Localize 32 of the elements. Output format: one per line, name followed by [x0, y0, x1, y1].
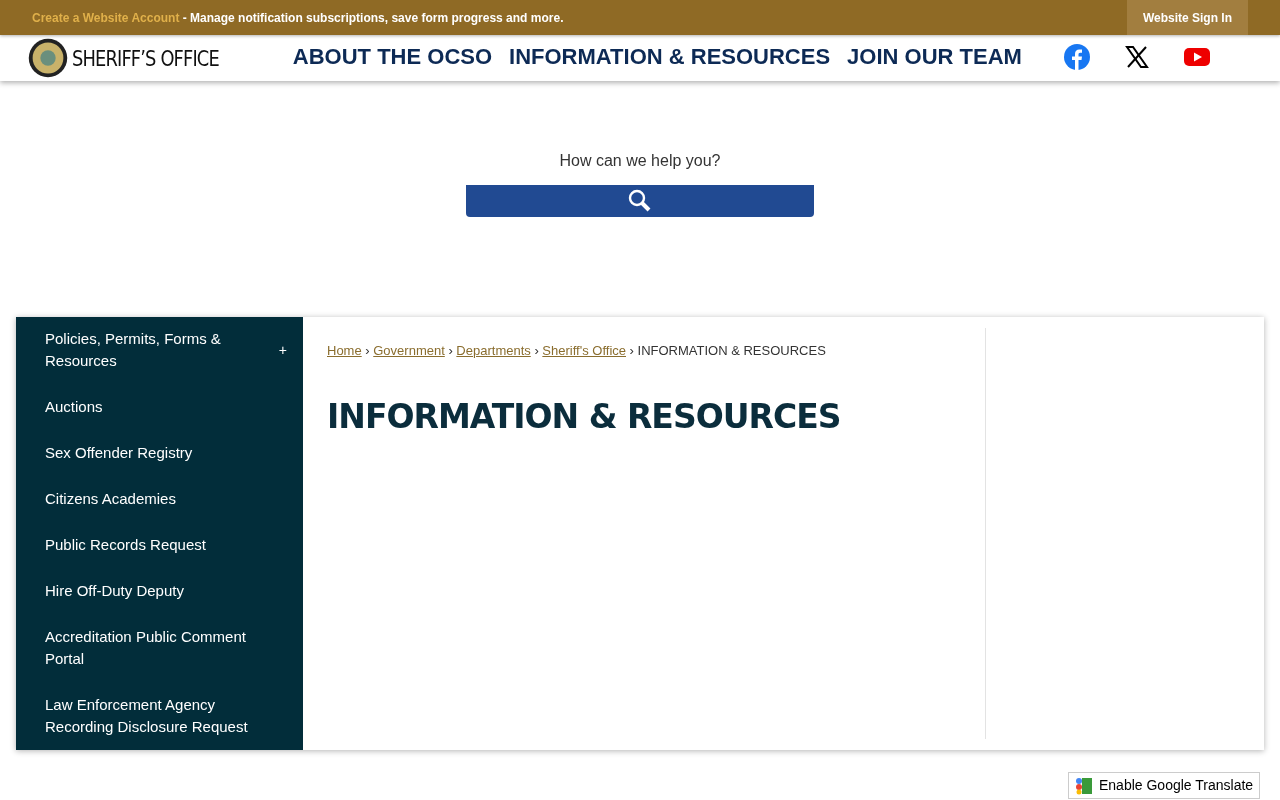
breadcrumb-link[interactable]: Government [373, 343, 445, 358]
sign-in-button[interactable]: Website Sign In [1126, 0, 1248, 35]
breadcrumb-separator: › [364, 343, 371, 358]
breadcrumb-separator: › [447, 343, 454, 358]
nav-link[interactable]: ABOUT THE OCSO [292, 44, 493, 70]
breadcrumb-link[interactable]: Sheriff's Office [542, 343, 626, 358]
sidebar-link[interactable]: Public Records Request [45, 533, 206, 557]
breadcrumb-separator: › [628, 343, 635, 358]
notification-message: - Manage notification subscriptions, save form progress and more. [182, 10, 564, 25]
badge-logo-icon[interactable] [28, 38, 68, 78]
breadcrumb-current: INFORMATION & RESOURCES [637, 343, 826, 358]
sidebar-link[interactable]: Law Enforcement Agency Recording Disclosure Request [45, 693, 255, 739]
translate-button[interactable]: Enable Google Translate [1068, 772, 1261, 799]
search-label: How can we help you? [558, 151, 722, 171]
facebook-icon[interactable] [1063, 44, 1090, 70]
translate-logo-icon [1075, 776, 1093, 795]
expand-button[interactable]: + [278, 339, 287, 361]
nav-link[interactable]: JOIN OUR TEAM [847, 44, 1022, 70]
search-icon [628, 189, 652, 213]
breadcrumb-separator: › [533, 343, 540, 358]
x-logo-icon[interactable] [1123, 44, 1150, 70]
nav-link[interactable]: INFORMATION & RESOURCES [509, 44, 831, 70]
sidebar-link[interactable]: Policies, Permits, Forms & Resources [45, 327, 255, 373]
sidebar-link[interactable]: Sex Offender Registry [45, 441, 193, 465]
logo-text[interactable]: SHERIFF’S OFFICE [72, 44, 219, 76]
page-title: INFORMATION & RESOURCES [327, 396, 842, 437]
sidebar-link[interactable]: Citizens Academies [45, 487, 176, 511]
sidebar-link[interactable]: Auctions [45, 395, 103, 419]
sidebar-link[interactable]: Hire Off-Duty Deputy [45, 579, 184, 603]
breadcrumb-link[interactable]: Departments [456, 343, 531, 358]
sidebar-link[interactable]: Accreditation Public Comment Portal [45, 625, 255, 671]
breadcrumb-link[interactable]: Home [327, 343, 362, 358]
